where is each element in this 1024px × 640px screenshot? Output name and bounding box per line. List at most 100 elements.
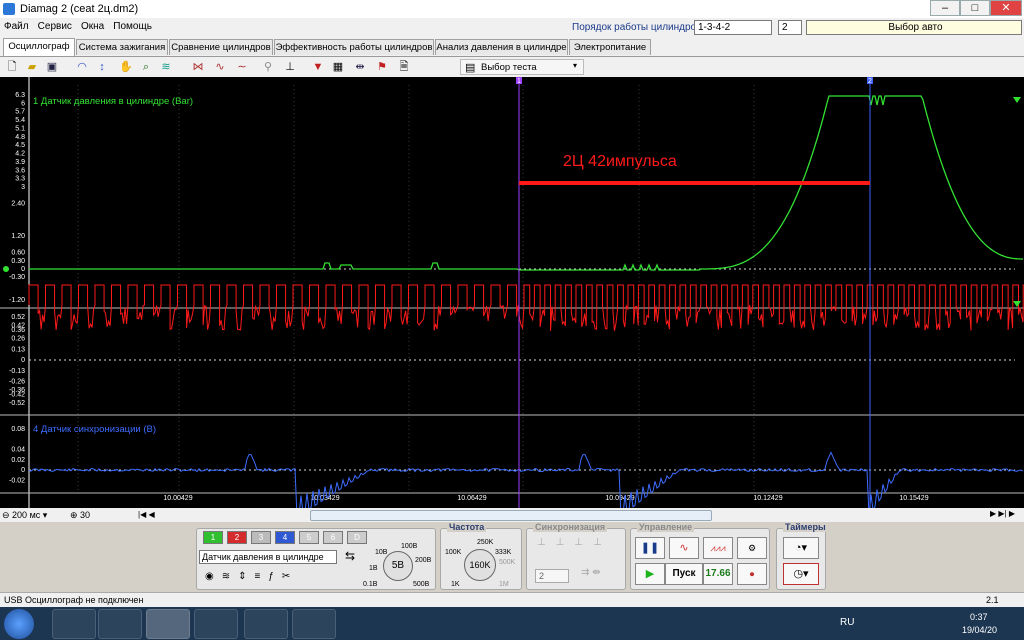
layers-icon[interactable]: ≋ (158, 59, 174, 75)
status-version: 2.1 (986, 595, 999, 605)
channel-2-tick-label: -0.13 (9, 368, 25, 375)
clock-time: 0:37 (970, 612, 988, 622)
channel-2-button[interactable]: 2 (227, 531, 247, 544)
annotation-text: 2Ц 42импульса (563, 153, 677, 170)
timer-2-button[interactable]: ◷▾ (783, 563, 819, 585)
cursor-1-label: 1 (517, 78, 521, 85)
hand-icon[interactable]: ✋ (118, 59, 134, 75)
time-tick-label: 10.12429 (753, 495, 782, 502)
split-icon[interactable]: ⇹ (352, 59, 368, 75)
save-icon[interactable]: ▣ (44, 59, 60, 75)
scroll-arrows[interactable]: ▶ ▶| ▶ (990, 509, 1015, 518)
sync-mode-icons[interactable]: ⊥⊥⊥⊥ (537, 537, 612, 548)
report-icon[interactable]: 🗎 (396, 59, 412, 75)
pulse-wave-button[interactable]: ⩘⩘⩘ (703, 537, 733, 559)
diamag-taskbar-icon[interactable] (146, 609, 190, 639)
channel-1-up-arrow (1013, 97, 1021, 103)
vertical-zoom-icon[interactable]: ↕ (94, 59, 110, 75)
sine-wave-button[interactable]: ∿ (669, 537, 699, 559)
channel-6-button[interactable]: 6 (323, 531, 343, 544)
app-icon (3, 3, 15, 15)
channel-d-button[interactable]: D (347, 531, 367, 544)
volt-tick: 100В (401, 543, 418, 550)
window-title: Diamag 2 (ceat 2ц.dm2) (20, 3, 139, 15)
start-menu-icon[interactable] (4, 609, 34, 639)
trigger-icon[interactable]: ⚲ (260, 59, 276, 75)
tab-cylinder-efficiency[interactable]: Эффективность работы цилиндров (274, 39, 434, 55)
zoom-control[interactable]: ⊕ 30 (70, 510, 90, 521)
select-auto-field[interactable]: Выбор авто (806, 20, 1022, 35)
test-icon: ▤ (465, 62, 476, 74)
sync-label: Синхронизация (533, 522, 608, 532)
status-text: USB Осциллограф не подключен (4, 595, 144, 605)
tab-pressure-analysis[interactable]: Анализ давления в цилиндре (435, 39, 568, 55)
cursor-2-label: 2 (868, 78, 872, 85)
marker-flag-icon[interactable]: ⚑ (374, 59, 390, 75)
minimize-button[interactable]: – (930, 0, 960, 16)
channel-3-button[interactable]: 3 (251, 531, 271, 544)
filter-icon[interactable]: ▼ (310, 59, 326, 75)
channel-1-tick-label: 0.60 (11, 250, 25, 257)
browser-taskbar-icon[interactable] (98, 609, 142, 639)
paint-taskbar-icon[interactable] (292, 609, 336, 639)
scroll-thumb[interactable] (310, 510, 712, 521)
oscilloscope-view[interactable]: 6.3 6 5.7 5.4 5.1 4.8 4.5 4.2 3.9 3.6 3.3 3 2.40 1.20… (0, 77, 1024, 508)
timebase-control[interactable]: ⊖ 200 мс ▾ (2, 510, 47, 521)
winrar-taskbar-icon[interactable] (52, 609, 96, 639)
magnifier-icon[interactable]: ⌕ (138, 59, 154, 75)
time-tick-label: 10.00429 (163, 495, 192, 502)
volt-tick: 0.1В (363, 581, 378, 588)
grid-icon[interactable]: ▦ (330, 59, 346, 75)
menu-windows[interactable]: Окна (77, 18, 106, 32)
freq-tick: 500K (499, 559, 516, 566)
channel-2-tick-label: -0.26 (9, 379, 25, 386)
firing-order-select[interactable]: 1-3-4-2 (694, 20, 772, 35)
channel-group: 1 2 3 4 5 6 D Датчик давления в цилиндре… (196, 528, 436, 590)
wave-compare-icon[interactable]: ∿ (212, 59, 228, 75)
chrome-taskbar-icon[interactable] (194, 609, 238, 639)
channel-1-button[interactable]: 1 (203, 531, 223, 544)
volts-knob[interactable]: 5В (383, 551, 413, 581)
channel-1-tick-label: 4.2 (15, 151, 25, 158)
channel-4-button[interactable]: 4 (275, 531, 295, 544)
channel-2-tick-label: 0.36 (11, 327, 25, 334)
tab-compare-cylinders[interactable]: Сравнение цилиндров (169, 39, 273, 55)
nav-first-button[interactable]: |◀ ◀ (138, 510, 155, 519)
menu-help[interactable]: Помощь (109, 18, 154, 32)
channel-5-button[interactable]: 5 (299, 531, 319, 544)
menu-file[interactable]: Файл (0, 18, 31, 32)
sync-channel-select[interactable]: 2 (535, 569, 569, 583)
freq-tick: 1M (499, 581, 509, 588)
new-file-icon[interactable]: 🗋 (4, 59, 20, 75)
close-button[interactable]: ✕ (990, 0, 1022, 16)
tab-ignition[interactable]: Система зажигания (76, 39, 168, 55)
cylinder-select[interactable]: 2 (778, 20, 802, 35)
probe-icon[interactable]: ⇆ (345, 549, 355, 563)
tab-oscilloscope[interactable]: Осциллограф (3, 38, 75, 56)
channel-sensor-select[interactable]: Датчик давления в цилиндре (199, 550, 337, 564)
sync-arrows-icon[interactable]: ⇉ ⇼ (581, 567, 601, 578)
pause-button[interactable]: ❚❚ (635, 537, 665, 559)
channel-1-tick-label: -1.20 (9, 297, 25, 304)
math-wave-icon[interactable]: ⋈ (190, 59, 206, 75)
auto-record-button[interactable]: ⏺ (737, 563, 767, 585)
app-taskbar-icon[interactable] (244, 609, 288, 639)
freq-tick: 250K (477, 539, 494, 546)
zoom-fit-icon[interactable]: ◠ (74, 59, 90, 75)
open-folder-icon[interactable]: ▰ (24, 59, 40, 75)
zero-level-icon[interactable]: ⊥ (282, 59, 298, 75)
maximize-button[interactable]: □ (960, 0, 990, 16)
start-button[interactable]: Пуск (665, 563, 703, 585)
frequency-knob[interactable]: 160K (464, 549, 496, 581)
channel-1-tick-label: 5.4 (15, 117, 25, 124)
channel-tools-icons[interactable]: ◉≋⇕≡ƒ✂ (205, 571, 298, 582)
language-indicator[interactable]: RU (840, 617, 854, 628)
auto-settings-button[interactable]: ⚙ (737, 537, 767, 559)
test-select-dropdown[interactable]: ▤ Выбор теста ▾ (460, 59, 584, 75)
signal-icon[interactable]: ∼ (234, 59, 250, 75)
test-select-label: Выбор теста (481, 62, 537, 73)
play-icon[interactable]: ▶ (635, 563, 665, 585)
timer-1-button[interactable]: ◔▾ (783, 537, 819, 559)
tab-power-supply[interactable]: Электропитание (569, 39, 651, 55)
menu-service[interactable]: Сервис (34, 18, 74, 32)
